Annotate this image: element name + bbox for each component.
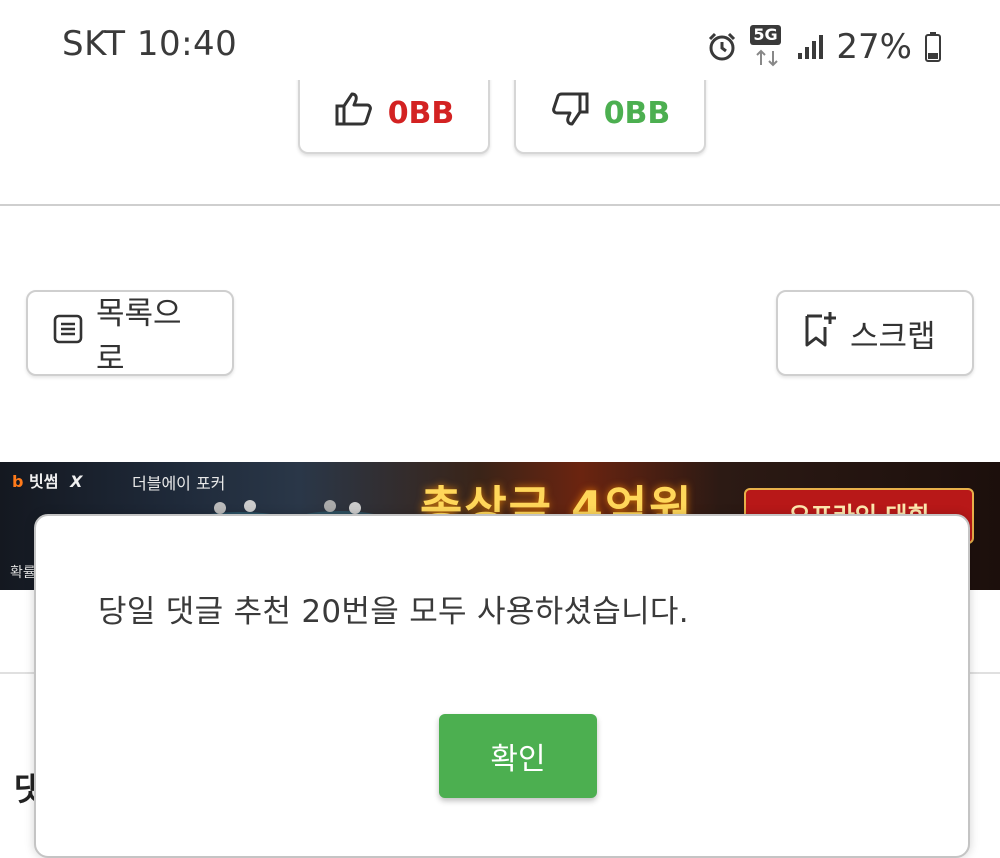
thumbs-up-icon bbox=[334, 91, 374, 135]
downvote-count: 0BB bbox=[603, 95, 671, 131]
section-divider bbox=[0, 204, 1000, 206]
status-bar: SKT 10:40 5G 27% bbox=[0, 0, 1000, 80]
alarm-icon bbox=[706, 31, 738, 63]
bookmark-add-icon bbox=[802, 310, 838, 356]
list-icon bbox=[52, 313, 84, 353]
ad-brand-name: 빗썸 bbox=[29, 472, 59, 491]
alert-dialog: 당일 댓글 추천 20번을 모두 사용하셨습니다. 확인 bbox=[34, 514, 970, 858]
scrap-button[interactable]: 스크랩 bbox=[776, 290, 974, 376]
ad-cross: X bbox=[70, 472, 83, 491]
upvote-count: 0BB bbox=[387, 95, 455, 131]
battery-icon bbox=[924, 31, 942, 63]
ad-small-text: 확률 bbox=[10, 565, 36, 581]
thumbs-down-icon bbox=[550, 91, 590, 135]
dialog-message: 당일 댓글 추천 20번을 모두 사용하셨습니다. bbox=[98, 594, 689, 630]
carrier-time: SKT 10:40 bbox=[62, 24, 238, 64]
upvote-button[interactable]: 0BB bbox=[298, 74, 490, 154]
downvote-button[interactable]: 0BB bbox=[514, 74, 706, 154]
network-5g-icon: 5G bbox=[750, 25, 784, 67]
scrap-label: 스크랩 bbox=[850, 318, 936, 355]
battery-percent: 27% bbox=[836, 27, 912, 67]
confirm-button[interactable]: 확인 bbox=[439, 714, 597, 798]
status-icons: 5G 27% bbox=[706, 22, 942, 72]
back-to-list-button[interactable]: 목록으로 bbox=[26, 290, 234, 377]
ad-brand: b 빗썸 X bbox=[12, 472, 83, 491]
list-label: 목록으로 bbox=[96, 296, 182, 377]
signal-icon bbox=[796, 33, 824, 61]
network-label: 5G bbox=[750, 25, 781, 45]
